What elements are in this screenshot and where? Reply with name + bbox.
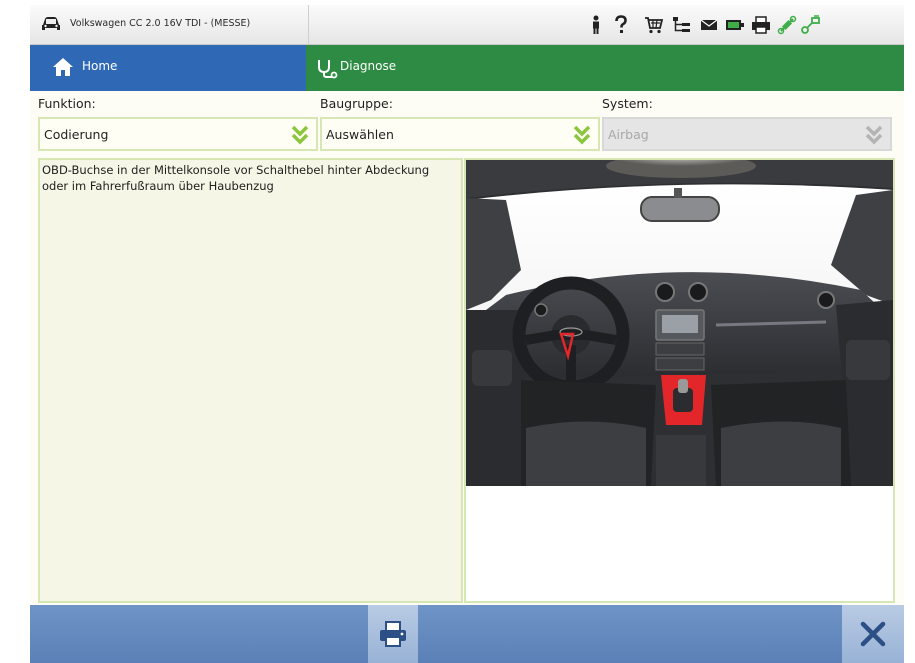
funktion-value: Codierung [44,127,109,142]
car-interior-image [466,160,893,486]
vehicle-title: Volkswagen CC 2.0 16V TDI - (MESSE) [70,18,251,29]
tab-home[interactable]: Home [30,45,306,91]
battery-icon[interactable] [724,14,746,36]
help-icon[interactable] [610,14,632,36]
system-select[interactable]: Airbag [602,117,892,151]
chevron-down-icon [291,125,309,145]
close-button[interactable] [842,605,904,663]
chevron-down-icon [573,125,591,145]
stethoscope-icon [318,60,338,79]
close-icon [860,621,886,647]
mail-icon[interactable] [698,14,720,36]
cart-icon[interactable] [643,14,665,36]
description-text: OBD-Buchse in der Mittelkonsole vor Scha… [42,163,430,193]
home-icon [53,58,73,76]
baugruppe-label: Baugruppe: [320,96,393,111]
baugruppe-value: Auswählen [326,127,394,142]
tab-diagnose[interactable]: Diagnose [306,45,904,91]
printer-icon [380,621,406,647]
person-icon[interactable] [585,14,607,36]
print-button[interactable] [368,605,418,663]
system-label: System: [602,96,653,111]
car-icon [42,17,60,30]
tab-diagnose-label: Diagnose [340,59,397,73]
title-divider [308,5,309,45]
image-panel [464,158,895,603]
printer-icon[interactable] [750,14,772,36]
description-panel: OBD-Buchse in der Mittelkonsole vor Scha… [38,158,463,603]
tab-bar: Home Diagnose [30,45,904,91]
network-icon[interactable] [671,14,693,36]
chevron-down-icon [865,125,883,145]
bottom-bar [30,605,904,663]
funktion-label: Funktion: [38,96,96,111]
connection-icon[interactable] [776,14,798,36]
system-value: Airbag [608,127,649,142]
baugruppe-select[interactable]: Auswählen [320,117,600,151]
app-window: Volkswagen CC 2.0 16V TDI - (MESSE) Home… [30,5,904,663]
top-bar: Volkswagen CC 2.0 16V TDI - (MESSE) [30,5,904,45]
funktion-select[interactable]: Codierung [38,117,318,151]
tab-home-label: Home [82,59,118,73]
link-icon[interactable] [800,14,822,36]
